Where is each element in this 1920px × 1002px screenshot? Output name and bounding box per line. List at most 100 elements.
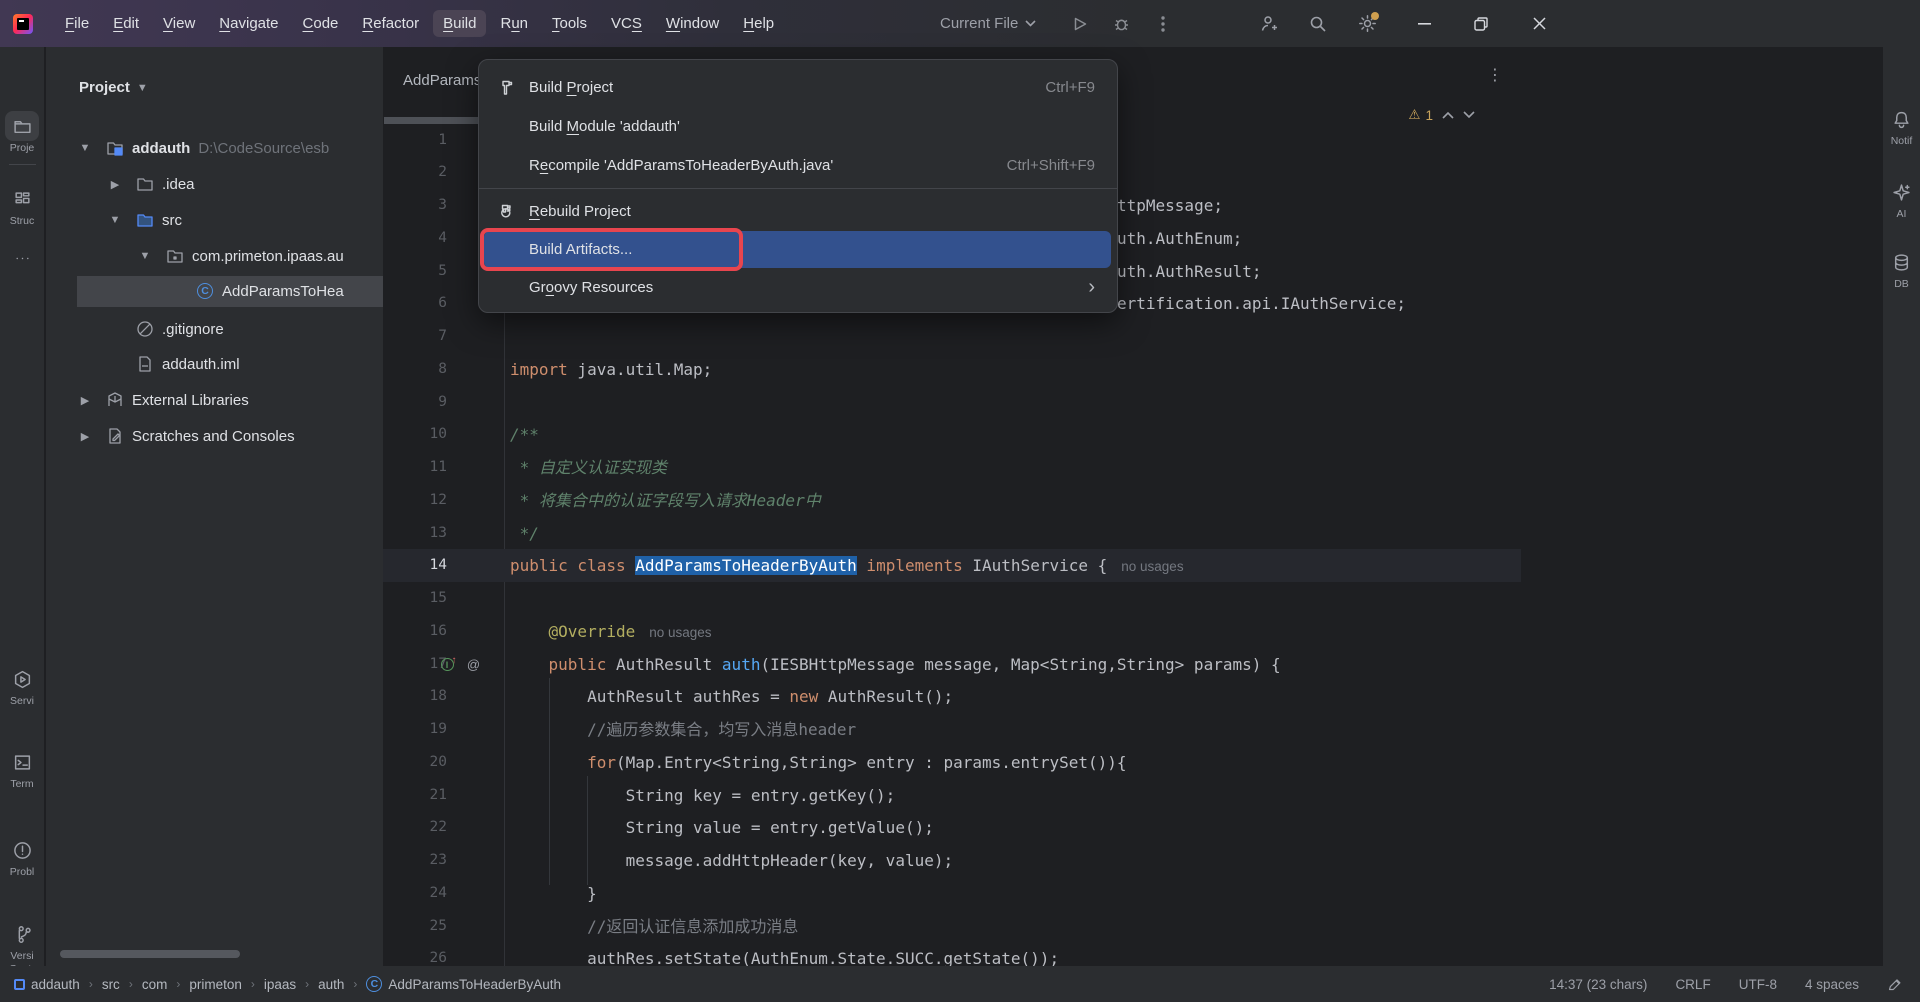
editor-tab-addparamstoheaderbyauth[interactable]: AddParamsToHe [403,72,478,89]
menubar-item-navigate[interactable]: Navigate [209,10,288,37]
chevron-expanded-icon[interactable]: ▼ [139,250,151,262]
breadcrumb-item-addauth[interactable]: addauth [14,977,80,992]
tree-item-scratches-and-consoles[interactable]: ▶Scratches and Consoles [46,421,383,451]
project-view-selector[interactable]: Project ▼ [79,79,148,96]
code-with-me-button[interactable] [1252,0,1286,47]
breadcrumb-item-primeton[interactable]: primeton [189,977,242,992]
line-number[interactable]: 1 [383,124,447,157]
minimize-button[interactable] [1396,0,1452,47]
chevron-expanded-icon[interactable]: ▼ [109,214,121,226]
menu-item-build-project[interactable]: Build ProjectCtrl+F9 [479,68,1117,107]
restore-button[interactable] [1453,0,1509,47]
line-separator-widget[interactable]: CRLF [1675,977,1710,992]
line-number[interactable]: 21 [383,779,447,812]
line-number[interactable]: 11 [383,451,447,484]
chevron-collapsed-icon[interactable]: ▶ [109,178,121,191]
menubar-item-view[interactable]: View [153,10,205,37]
line-number[interactable]: 26 [383,942,447,966]
sidebar-item-db[interactable]: DB [1883,247,1920,290]
menu-item-build-module-addauth-[interactable]: Build Module 'addauth' [479,107,1117,146]
menubar-item-vcs[interactable]: VCS [601,10,652,37]
menubar-item-build[interactable]: Build [433,10,486,37]
line-number[interactable]: 14 [383,549,447,582]
line-number[interactable]: 25 [383,910,447,943]
tree-item-addauth[interactable]: ▼addauthD:\CodeSource\esb [46,133,383,163]
run-configuration-selector[interactable]: Current File [940,0,1036,47]
line-number[interactable]: 13 [383,517,447,550]
line-number[interactable]: 7 [383,320,447,353]
line-number[interactable]: 23 [383,844,447,877]
line-number[interactable]: 20 [383,746,447,779]
tree-item-addauth-iml[interactable]: addauth.iml [46,349,383,379]
next-issue-chevron-icon[interactable] [1463,111,1475,119]
inlay-hint-no-usages[interactable]: no usages [1121,559,1183,574]
run-button[interactable] [1063,0,1097,47]
chevron-collapsed-icon[interactable]: ▶ [79,430,91,443]
tree-item--gitignore[interactable]: .gitignore [46,314,383,344]
more-actions-button[interactable] [1146,0,1180,47]
breadcrumb-item-auth[interactable]: auth [318,977,344,992]
line-number[interactable]: 15 [383,582,447,615]
encoding-widget[interactable]: UTF-8 [1739,977,1777,992]
menubar-item-refactor[interactable]: Refactor [352,10,429,37]
readonly-toggle-icon[interactable] [1887,977,1902,992]
tree-item-external-libraries[interactable]: ▶External Libraries [46,385,383,415]
line-number[interactable]: 22 [383,811,447,844]
menubar-item-edit[interactable]: Edit [103,10,149,37]
line-number[interactable]: 6 [383,287,447,320]
chevron-expanded-icon[interactable]: ▼ [79,142,91,154]
line-number[interactable]: 8 [383,353,447,386]
breadcrumb-item-ipaas[interactable]: ipaas [264,977,296,992]
sidebar-item-proje[interactable]: Proje [0,111,44,154]
menu-item-groovy-resources[interactable]: Groovy Resources› [479,268,1117,307]
breadcrumb-item-com[interactable]: com [142,977,168,992]
tree-item-addparamstohea[interactable]: CAddParamsToHea [46,276,383,306]
menubar-item-window[interactable]: Window [656,10,729,37]
line-number[interactable]: 18 [383,680,447,713]
indent-widget[interactable]: 4 spaces [1805,977,1859,992]
close-button[interactable] [1511,0,1567,47]
editor-options-kebab-icon[interactable]: ⋮ [1487,65,1503,85]
line-number[interactable]: 16 [383,615,447,648]
tree-item-src[interactable]: ▼src [46,205,383,235]
sidebar-item-more[interactable] [0,243,44,273]
line-number[interactable]: 12 [383,484,447,517]
menubar-item-tools[interactable]: Tools [542,10,597,37]
menubar-item-help[interactable]: Help [733,10,784,37]
sidebar-item-notif[interactable]: Notif [1883,104,1920,147]
line-number[interactable]: 19 [383,713,447,746]
tree-item-com-primeton-ipaas-au[interactable]: ▼com.primeton.ipaas.au [46,241,383,271]
line-number[interactable]: 24 [383,877,447,910]
breadcrumb-item-src[interactable]: src [102,977,120,992]
inlay-hint-no-usages[interactable]: no usages [649,625,711,640]
sidebar-item-probl[interactable]: Probl [0,835,44,878]
sidebar-item-ai[interactable]: AI [1883,177,1920,220]
annotation-gutter-icon[interactable]: @ [465,656,482,673]
line-number[interactable]: 9 [383,386,447,419]
implementing-method-icon[interactable]: I↑ [440,656,457,673]
caret-position-widget[interactable]: 14:37 (23 chars) [1549,977,1647,992]
line-number[interactable]: 10 [383,418,447,451]
menubar-item-code[interactable]: Code [293,10,349,37]
menu-item-recompile-addparamstoheaderbyauth-java-[interactable]: Recompile 'AddParamsToHeaderByAuth.java'… [479,146,1117,185]
line-number[interactable]: 5 [383,255,447,288]
menu-item-rebuild-project[interactable]: Rebuild Project [479,192,1117,231]
line-number[interactable]: 4 [383,222,447,255]
sidebar-item-term[interactable]: Term [0,747,44,790]
breadcrumb[interactable]: addauth›src›com›primeton›ipaas›auth›CAdd… [14,976,561,992]
line-number[interactable]: 3 [383,189,447,222]
line-number[interactable]: 17 [383,648,447,681]
project-horizontal-scrollbar[interactable] [60,950,240,958]
sidebar-item-struc[interactable]: Struc [0,184,44,227]
inspections-widget[interactable]: ⚠1 [1408,107,1475,123]
tree-item--idea[interactable]: ▶.idea [46,169,383,199]
search-everywhere-button[interactable] [1301,0,1335,47]
breadcrumb-item-addparamstoheaderbyauth[interactable]: CAddParamsToHeaderByAuth [366,976,561,992]
line-number[interactable]: 2 [383,156,447,189]
menubar-item-run[interactable]: Run [490,10,538,37]
menubar-item-file[interactable]: File [55,10,99,37]
debug-button[interactable] [1104,0,1138,47]
prev-issue-chevron-icon[interactable] [1442,111,1454,119]
sidebar-item-servi[interactable]: Servi [0,664,44,707]
settings-gear-icon[interactable] [1350,0,1384,47]
